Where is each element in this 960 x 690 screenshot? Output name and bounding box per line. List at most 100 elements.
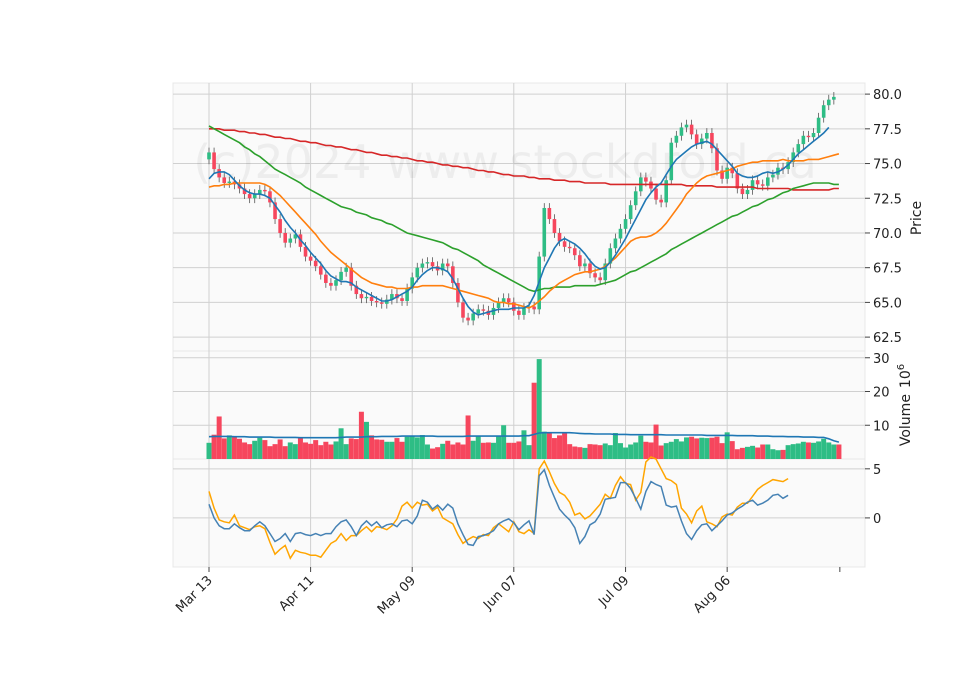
candle-body xyxy=(247,194,252,199)
y-tick-label: 72.5 xyxy=(873,192,902,207)
candle-body xyxy=(344,267,348,272)
volume-bar xyxy=(292,444,298,459)
candle-body xyxy=(496,302,501,308)
candle-body xyxy=(745,189,750,195)
candle-body xyxy=(364,296,369,299)
volume-bar xyxy=(282,446,288,459)
volume-bar xyxy=(414,437,420,459)
candle-body xyxy=(369,296,374,302)
volume-bar xyxy=(734,449,740,459)
volume-bar xyxy=(699,437,705,459)
volume-bar xyxy=(440,443,446,459)
volume-bar xyxy=(826,442,832,459)
volume-bar xyxy=(353,439,359,459)
volume-bar xyxy=(628,444,634,459)
candle-body xyxy=(832,96,836,100)
volume-bar xyxy=(816,441,822,459)
candle-body xyxy=(684,124,689,128)
volume-bar xyxy=(780,449,786,459)
volume-bar xyxy=(328,444,334,459)
volume-bar xyxy=(557,435,563,459)
candle-body xyxy=(430,262,435,267)
y-tick-label: 20 xyxy=(873,386,890,401)
volume-bar xyxy=(709,437,715,459)
candle-body xyxy=(771,174,775,178)
volume-bar xyxy=(617,443,623,459)
watermark: (c)2024 www.stockdroid.ca xyxy=(193,135,817,189)
candle-body xyxy=(811,132,816,138)
volume-bar xyxy=(318,445,324,459)
volume-bar xyxy=(242,442,248,459)
candle-body xyxy=(466,317,470,321)
volume-bar xyxy=(221,438,227,459)
volume-bar xyxy=(831,444,837,459)
candle-body xyxy=(633,191,638,206)
volume-bar xyxy=(607,445,613,459)
volume-bar xyxy=(678,441,684,459)
x-tick-label: Apr 11 xyxy=(276,573,317,614)
volume-bar xyxy=(475,435,481,459)
volume-bar xyxy=(247,444,253,459)
volume-bar xyxy=(811,442,817,459)
y-tick-label: 77.5 xyxy=(873,123,902,138)
volume-bar xyxy=(785,445,791,459)
volume-bar xyxy=(267,446,273,459)
volume-bar xyxy=(800,441,806,459)
volume-bar xyxy=(363,421,369,459)
x-tick-label: Jul 09 xyxy=(595,573,632,610)
volume-bar xyxy=(404,436,410,459)
volume-bar xyxy=(673,439,679,459)
volume-bar xyxy=(572,446,578,459)
volume-bar xyxy=(821,438,827,459)
volume-bar xyxy=(582,447,588,459)
candle-body xyxy=(705,132,709,139)
volume-bar xyxy=(424,444,430,459)
volume-bar xyxy=(739,447,745,459)
candle-body xyxy=(339,271,343,281)
volume-bar xyxy=(775,450,781,459)
volume-bar xyxy=(704,438,710,459)
volume-axis-label-exp: 6 xyxy=(896,364,907,370)
candle-body xyxy=(227,181,232,183)
candle-body xyxy=(694,134,699,145)
candle-body xyxy=(313,260,318,267)
volume-bar xyxy=(729,441,735,459)
volume-bar xyxy=(587,444,593,459)
volume-bar xyxy=(638,435,644,459)
candle-body xyxy=(400,298,404,302)
candle-body xyxy=(359,294,364,299)
candle-body xyxy=(669,142,674,181)
y-tick-label: 30 xyxy=(873,352,890,367)
volume-bar xyxy=(668,441,674,459)
volume-bar xyxy=(612,433,618,459)
volume-bar xyxy=(297,437,303,459)
candle-body xyxy=(263,189,267,192)
candle-body xyxy=(522,307,526,315)
candle-body xyxy=(207,152,211,160)
volume-bar xyxy=(226,435,232,459)
volume-bar xyxy=(374,439,380,459)
volume-bar xyxy=(526,445,532,459)
volume-bar xyxy=(231,437,237,459)
volume-bar xyxy=(252,440,258,459)
candle-body xyxy=(644,177,648,182)
volume-bar xyxy=(501,425,507,459)
candle-body xyxy=(735,173,740,189)
volume-bar xyxy=(546,432,552,459)
candle-body xyxy=(816,117,821,133)
candle-body xyxy=(374,301,379,303)
volume-bar xyxy=(694,438,700,459)
candle-body xyxy=(461,302,465,318)
x-tick-label: Jun 07 xyxy=(480,573,520,613)
candle-body xyxy=(222,177,227,183)
volume-axis-label: Volume 106 xyxy=(896,364,914,446)
volume-bar xyxy=(658,445,664,459)
candle-body xyxy=(506,298,511,303)
volume-bar xyxy=(379,439,385,459)
candle-body xyxy=(517,310,521,315)
volume-bar xyxy=(516,441,522,459)
volume-bar xyxy=(511,442,517,459)
candle-body xyxy=(623,219,628,229)
volume-axis-label-main: Volume xyxy=(898,394,914,446)
candle-body xyxy=(379,302,384,304)
